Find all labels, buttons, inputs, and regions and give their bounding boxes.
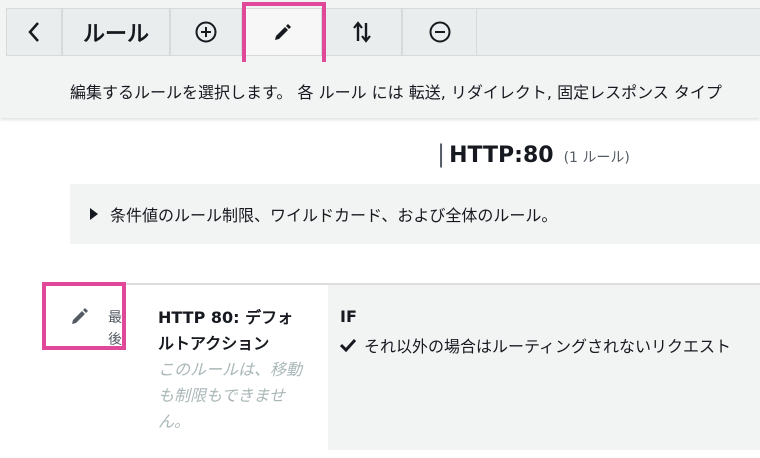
toolbar: ルール — [0, 0, 760, 63]
conditions-info-text: 条件値のルール制限、ワイルドカード、および全体のルール。 — [110, 206, 558, 225]
rule-conditions: IF それ以外の場合はルーティングされないリクエスト — [328, 285, 760, 450]
rule-row: 最後 HTTP 80: デフォルトアクション このルールは、移動も制限もできませ… — [42, 283, 760, 452]
description-text: 編集するルールを選択します。 各 ルール には 転送, リダイレクト, 固定レス… — [70, 83, 722, 102]
checkmark-icon — [340, 338, 356, 352]
rule-summary: 最後 HTTP 80: デフォルトアクション このルールは、移動も制限もできませ… — [42, 285, 328, 450]
chevron-left-icon — [28, 22, 39, 42]
toolbar-filler — [477, 8, 760, 56]
listener-divider: | — [437, 140, 446, 168]
edit-rule-button[interactable] — [70, 307, 88, 329]
minus-circle-icon — [429, 21, 450, 43]
back-button[interactable] — [6, 8, 62, 56]
if-label: IF — [340, 307, 357, 326]
edit-rules-button[interactable] — [242, 8, 322, 56]
listener-heading: | HTTP:80 (1 ルール) — [437, 140, 630, 168]
rules-title: ルール — [62, 8, 170, 56]
condition-item: それ以外の場合はルーティングされないリクエスト — [340, 333, 731, 357]
caret-right-icon — [90, 208, 98, 220]
rule-name: HTTP 80: デフォルトアクション — [158, 308, 294, 353]
rule-priority: 最後 — [108, 310, 122, 348]
condition-text: それ以外の場合はルーティングされないリクエスト — [364, 337, 732, 356]
pencil-icon — [275, 24, 291, 40]
delete-rule-button[interactable] — [402, 8, 477, 56]
pencil-icon — [72, 308, 88, 324]
description-bar: 編集するルールを選択します。 各 ルール には 転送, リダイレクト, 固定レス… — [0, 62, 760, 118]
plus-circle-icon — [195, 21, 217, 43]
rules-label: ルール — [82, 22, 149, 47]
conditions-info-expander[interactable]: 条件値のルール制限、ワイルドカード、および全体のルール。 — [70, 184, 760, 244]
listener-name: HTTP:80 — [449, 143, 554, 168]
rule-note: このルールは、移動も制限もできません。 — [158, 360, 303, 431]
reorder-rules-button[interactable] — [322, 8, 402, 56]
add-rule-button[interactable] — [170, 8, 242, 56]
rule-count: (1 ルール) — [563, 150, 630, 166]
sort-arrows-icon — [353, 21, 371, 43]
